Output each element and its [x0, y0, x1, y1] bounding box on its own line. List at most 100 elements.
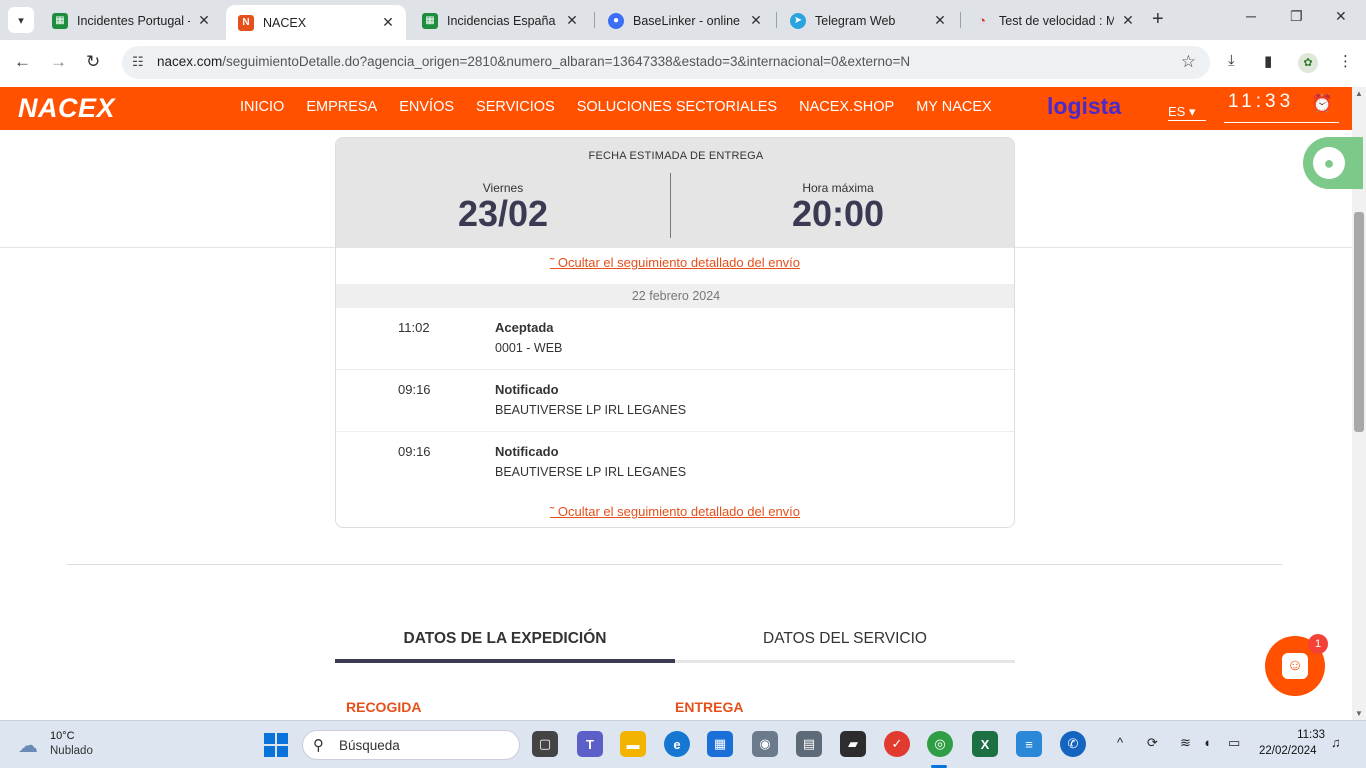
close-icon[interactable]: ✕: [380, 14, 396, 31]
chevron-down-icon: ▾: [18, 14, 24, 27]
notification-bell-icon[interactable]: ♫: [1331, 735, 1341, 750]
tasks-icon[interactable]: ✓: [884, 731, 910, 757]
cloud-icon[interactable]: ☁: [18, 733, 38, 758]
tracking-event: 11:02 Aceptada 0001 - WEB: [336, 308, 1014, 370]
tab-search-button[interactable]: ▾: [8, 7, 34, 33]
side-panel-icon[interactable]: ▮: [1264, 52, 1272, 70]
scrollbar-thumb[interactable]: [1354, 212, 1364, 432]
browser-tab-3[interactable]: ▦ Incidencias España - I ✕: [410, 5, 590, 36]
estimate-date: Viernes 23/02: [336, 181, 670, 235]
event-time: 09:16: [398, 382, 431, 397]
bookmark-star-icon[interactable]: ☆: [1181, 52, 1196, 72]
restore-button[interactable]: ❐: [1290, 8, 1303, 25]
start-button[interactable]: [264, 733, 288, 757]
tab-title: Incidentes Portugal -: [77, 13, 190, 28]
close-icon[interactable]: ✕: [748, 12, 764, 29]
volume-icon[interactable]: ◖: [1203, 735, 1211, 750]
menu-item-servicios[interactable]: SERVICIOS: [476, 99, 555, 115]
close-icon[interactable]: ✕: [564, 12, 580, 29]
site-header: NACEX INICIO EMPRESA ENVÍOS SERVICIOS SO…: [0, 87, 1352, 130]
scroll-down-icon[interactable]: ▼: [1355, 709, 1363, 718]
close-icon[interactable]: ✕: [932, 12, 948, 29]
taskbar-date[interactable]: 22/02/2024: [1259, 745, 1317, 757]
close-icon[interactable]: ✕: [196, 12, 212, 29]
event-time: 09:16: [398, 444, 431, 459]
taskbar-search[interactable]: ⚲ Búsqueda: [302, 730, 520, 760]
delivery-hour: 20:00: [791, 193, 885, 234]
browser-tab-6[interactable]: ◔ Test de velocidad : M ✕: [962, 5, 1146, 36]
tab-datos-servicio[interactable]: DATOS DEL SERVICIO: [675, 630, 1015, 648]
language-selector[interactable]: ES ▾: [1168, 104, 1206, 121]
alarm-clock-icon: ⏰: [1311, 94, 1333, 113]
browser-tab-4[interactable]: ● BaseLinker - online sa ✕: [596, 5, 774, 36]
calculator-icon[interactable]: ▤: [796, 731, 822, 757]
teams-icon[interactable]: T: [577, 731, 603, 757]
tab-separator: [776, 12, 777, 28]
speedtest-icon: ◔: [978, 13, 986, 28]
download-icon[interactable]: ⤓: [1228, 52, 1235, 69]
browser-tab-5[interactable]: ➤ Telegram Web ✕: [778, 5, 958, 36]
sheets-icon: ▦: [52, 12, 68, 29]
site-info-icon[interactable]: ☷: [132, 54, 144, 70]
close-icon[interactable]: ✕: [1120, 12, 1136, 29]
weather-temp[interactable]: 10°C: [50, 730, 75, 742]
detail-tabs: DATOS DE LA EXPEDICIÓN DATOS DEL SERVICI…: [335, 628, 1015, 666]
task-view-icon[interactable]: ▢: [532, 731, 558, 757]
scroll-up-icon[interactable]: ▲: [1355, 89, 1363, 98]
search-placeholder: Búsqueda: [339, 738, 400, 753]
hide-tracking-link[interactable]: ˜ Ocultar el seguimiento detallado del e…: [336, 255, 1014, 270]
tab-title: NACEX: [263, 15, 307, 30]
new-tab-button[interactable]: +: [1152, 8, 1164, 31]
weather-desc[interactable]: Nublado: [50, 745, 93, 757]
user-icon: ●: [1313, 147, 1345, 179]
tab-separator: [960, 12, 961, 28]
browser-tabstrip: ▾ ▦ Incidentes Portugal - ✕ N NACEX ✕ ▦ …: [0, 0, 1366, 40]
tab-title: Telegram Web: [815, 13, 896, 28]
main-menu: INICIO EMPRESA ENVÍOS SERVICIOS SOLUCION…: [240, 99, 1014, 115]
store-icon[interactable]: ▦: [707, 731, 733, 757]
taskbar-time[interactable]: 11:33: [1283, 729, 1325, 741]
back-button[interactable]: ←: [14, 52, 31, 72]
window-close-button[interactable]: ✕: [1335, 8, 1347, 25]
sticky-notes-icon[interactable]: ▰: [840, 731, 866, 757]
menu-item-shop[interactable]: NACEX.SHOP: [799, 99, 894, 115]
tray-chevron-icon[interactable]: ^: [1117, 735, 1123, 750]
menu-item-soluciones[interactable]: SOLUCIONES SECTORIALES: [577, 99, 777, 115]
delivery-date: 23/02: [457, 193, 549, 234]
sheets-icon: ▦: [422, 12, 438, 29]
sync-icon[interactable]: ⟳: [1147, 735, 1158, 751]
nacex-logo[interactable]: NACEX: [18, 93, 115, 124]
chrome-icon[interactable]: ◎: [927, 731, 953, 757]
phone-icon[interactable]: ✆: [1060, 731, 1086, 757]
excel-icon[interactable]: X: [972, 731, 998, 757]
edge-icon[interactable]: e: [664, 731, 690, 757]
wifi-icon[interactable]: ≋: [1180, 735, 1191, 751]
minimize-button[interactable]: ─: [1246, 8, 1256, 24]
hide-tracking-link-bottom[interactable]: ˜ Ocultar el seguimiento detallado del e…: [336, 504, 1014, 519]
browser-toolbar: ← → ↻ ☷ nacex.com/seguimientoDetalle.do?…: [0, 40, 1366, 87]
tracking-event: 09:16 Notificado BEAUTIVERSE LP IRL LEGA…: [336, 370, 1014, 432]
browser-tab-2[interactable]: N NACEX ✕: [226, 5, 406, 40]
browser-menu-icon[interactable]: ⋮: [1338, 52, 1353, 70]
logista-logo[interactable]: logista: [1047, 93, 1121, 120]
notepad-icon[interactable]: ≡: [1016, 731, 1042, 757]
user-login-widget[interactable]: ●: [1303, 137, 1363, 189]
tracking-card: FECHA ESTIMADA DE ENTREGA Viernes 23/02 …: [335, 137, 1015, 528]
url-text: nacex.com/seguimientoDetalle.do?agencia_…: [157, 54, 911, 69]
battery-icon[interactable]: ▭: [1228, 735, 1240, 751]
tab-title: BaseLinker - online sa: [633, 13, 742, 28]
nacex-icon: N: [238, 14, 254, 31]
header-clock: 11:33 ⏰: [1224, 91, 1339, 123]
file-explorer-icon[interactable]: ▬: [620, 731, 646, 757]
forward-button[interactable]: →: [50, 52, 67, 72]
menu-item-my-nacex[interactable]: MY NACEX: [916, 99, 991, 115]
camera-icon[interactable]: ◉: [752, 731, 778, 757]
menu-item-inicio[interactable]: INICIO: [240, 99, 284, 115]
menu-item-empresa[interactable]: EMPRESA: [306, 99, 377, 115]
profile-avatar[interactable]: ✿: [1298, 53, 1318, 73]
address-bar[interactable]: ☷ nacex.com/seguimientoDetalle.do?agenci…: [122, 46, 1210, 79]
menu-item-envios[interactable]: ENVÍOS: [399, 99, 454, 115]
reload-button[interactable]: ↻: [86, 52, 100, 72]
tab-datos-expedicion[interactable]: DATOS DE LA EXPEDICIÓN: [335, 630, 675, 648]
browser-tab-1[interactable]: ▦ Incidentes Portugal - ✕: [40, 5, 222, 36]
